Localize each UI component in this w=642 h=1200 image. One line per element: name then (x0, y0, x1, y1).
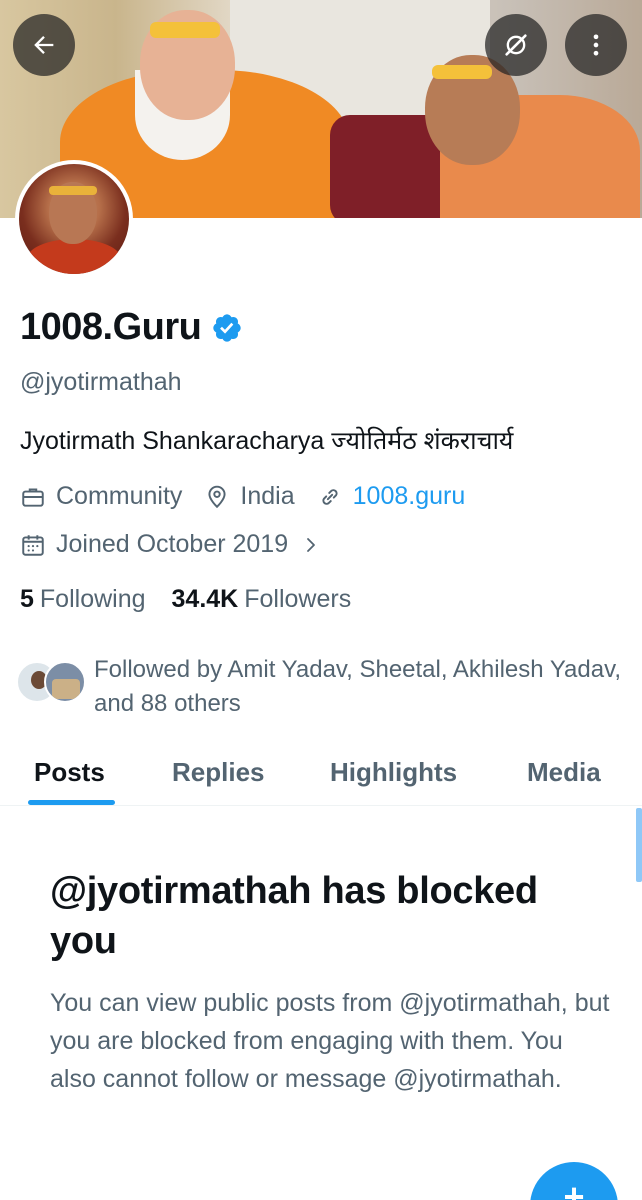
scrollbar[interactable] (636, 808, 642, 882)
avatar (44, 661, 86, 703)
follow-stats: 5 Following 34.4K Followers (20, 585, 377, 614)
profile-category: Community (20, 482, 182, 511)
tab-posts[interactable]: Posts (34, 738, 105, 806)
calendar-icon (22, 534, 44, 556)
more-options-button[interactable] (565, 14, 627, 76)
followed-by-avatars (16, 661, 92, 705)
avatar-image (19, 164, 129, 274)
website-link[interactable]: 1008.guru (353, 482, 466, 511)
display-name: 1008.Guru (20, 306, 202, 348)
grok-icon (505, 34, 527, 56)
avatar-tilak (49, 186, 97, 195)
profile-tabs: Posts Replies Highlights Media (0, 738, 642, 806)
followers-label: Followers (244, 585, 352, 613)
profile-avatar[interactable] (15, 160, 133, 278)
avatar-robe (27, 239, 121, 274)
tab-replies[interactable]: Replies (172, 738, 265, 806)
more-vertical-icon (593, 34, 599, 56)
profile-handle: @jyotirmathah (20, 368, 182, 396)
tab-highlights[interactable]: Highlights (330, 738, 457, 806)
profile-joined-row[interactable]: Joined October 2019 (20, 530, 320, 559)
following-label: Following (39, 585, 146, 613)
followed-by-text: Followed by Amit Yadav, Sheetal, Akhiles… (94, 656, 621, 717)
link-icon (322, 488, 338, 505)
blocked-title: @jyotirmathah has blocked you (50, 870, 538, 962)
following-count: 5 (20, 585, 34, 613)
back-arrow-icon (34, 36, 54, 54)
profile-name-row: 1008.Guru (20, 306, 243, 349)
followed-by-section[interactable]: Followed by Amit Yadav, Sheetal, Akhiles… (16, 653, 626, 721)
joined-label: Joined October 2019 (56, 530, 289, 558)
profile-website[interactable]: 1008.guru (317, 482, 466, 511)
briefcase-icon (22, 487, 44, 507)
banner-tilak-mark-2 (432, 65, 492, 79)
location-label: India (240, 482, 295, 510)
following-stat[interactable]: 5 Following (20, 585, 146, 614)
location-pin-icon (208, 485, 226, 508)
followers-stat[interactable]: 34.4K Followers (172, 585, 352, 614)
profile-bio: Jyotirmath Shankaracharya ज्योतिर्मठ शंक… (20, 427, 514, 455)
profile-joined[interactable]: Joined October 2019 (20, 530, 320, 559)
chevron-right-icon (307, 537, 316, 552)
active-tab-indicator (28, 800, 115, 805)
tab-media[interactable]: Media (527, 738, 601, 806)
grok-button[interactable] (485, 14, 547, 76)
compose-post-button[interactable]: + (530, 1162, 618, 1200)
profile-location: India (204, 482, 295, 511)
banner-tilak-mark (150, 22, 220, 38)
back-button[interactable] (13, 14, 75, 76)
followers-count: 34.4K (171, 585, 239, 613)
category-label: Community (56, 482, 183, 510)
profile-meta-row: Community India 1008.guru (20, 482, 487, 511)
verified-badge-icon[interactable] (211, 312, 243, 344)
blocked-message: You can view public posts from @jyotirma… (50, 989, 610, 1093)
